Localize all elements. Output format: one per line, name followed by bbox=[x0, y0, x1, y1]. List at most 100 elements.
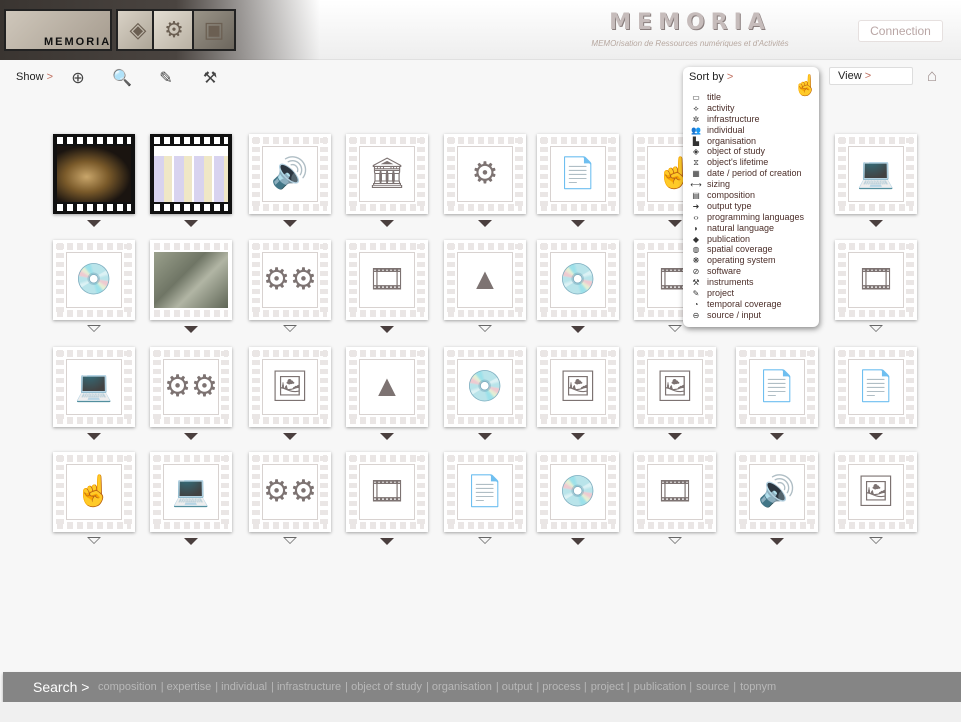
tile-expand-toggle[interactable] bbox=[869, 220, 883, 227]
tile-expand-toggle[interactable] bbox=[770, 433, 784, 440]
sort-option[interactable]: ▤ composition bbox=[689, 190, 817, 201]
sort-option[interactable]: ⟡ activity bbox=[689, 103, 817, 114]
resource-tile[interactable]: 📄 bbox=[736, 347, 818, 427]
search-link[interactable]: | organisation bbox=[426, 681, 492, 693]
search-link[interactable]: project | bbox=[591, 681, 630, 693]
tile-expand-toggle[interactable] bbox=[478, 433, 492, 440]
resource-tile[interactable]: 📄 bbox=[444, 452, 526, 532]
tile-expand-toggle[interactable] bbox=[869, 433, 883, 440]
resource-tile[interactable]: ⚙⚙ bbox=[249, 240, 331, 320]
tile-expand-toggle[interactable] bbox=[571, 220, 585, 227]
tile-expand-toggle[interactable] bbox=[87, 433, 101, 440]
resource-tile[interactable]: ⚙⚙ bbox=[249, 452, 331, 532]
tile-expand-toggle[interactable] bbox=[184, 326, 198, 333]
sort-option[interactable]: ⚒ instruments bbox=[689, 277, 817, 288]
connection-button[interactable]: Connection bbox=[858, 20, 943, 42]
sort-option[interactable]: ⟷ sizing bbox=[689, 179, 817, 190]
resource-tile[interactable]: ▲ bbox=[444, 240, 526, 320]
resource-tile[interactable]: 💿 bbox=[53, 240, 135, 320]
resource-tile[interactable]: 💿 bbox=[537, 240, 619, 320]
search-label[interactable]: Search > bbox=[33, 679, 89, 695]
sort-option[interactable]: ⊖ source / input bbox=[689, 310, 817, 321]
tile-expand-toggle[interactable] bbox=[283, 433, 297, 440]
search-link[interactable]: | output bbox=[496, 681, 533, 693]
tile-expand-toggle[interactable] bbox=[668, 220, 682, 227]
sort-option[interactable]: ◔ temporal coverage bbox=[689, 299, 817, 310]
resource-tile[interactable]: 🖼 bbox=[634, 347, 716, 427]
search-link[interactable]: source bbox=[696, 681, 729, 693]
search-link[interactable]: | bbox=[733, 681, 736, 693]
tile-expand-toggle[interactable] bbox=[283, 537, 297, 545]
tile-expand-toggle[interactable] bbox=[478, 537, 492, 545]
sort-option[interactable]: ✲ infrastructure bbox=[689, 114, 817, 125]
sort-option[interactable]: ◍ spatial coverage bbox=[689, 244, 817, 255]
tile-expand-toggle[interactable] bbox=[380, 220, 394, 227]
search-link[interactable]: | object of study bbox=[345, 681, 422, 693]
resource-tile[interactable] bbox=[53, 134, 135, 214]
worker-icon[interactable]: ⚒ bbox=[200, 69, 220, 89]
search-link[interactable]: | infrastructure bbox=[271, 681, 341, 693]
resource-tile[interactable]: ☝ bbox=[53, 452, 135, 532]
search-link[interactable]: publication | bbox=[634, 681, 693, 693]
sort-option[interactable]: ◈ object of study bbox=[689, 146, 817, 157]
resource-tile[interactable]: 💻 bbox=[150, 452, 232, 532]
tile-expand-toggle[interactable] bbox=[668, 433, 682, 440]
tile-expand-toggle[interactable] bbox=[380, 538, 394, 545]
resource-tile[interactable]: 🖼 bbox=[537, 347, 619, 427]
tile-expand-toggle[interactable] bbox=[184, 220, 198, 227]
show-menu[interactable]: Show > bbox=[16, 71, 53, 83]
tile-expand-toggle[interactable] bbox=[380, 433, 394, 440]
search-link[interactable]: composition bbox=[98, 681, 157, 693]
logo-text[interactable]: MEMORIA bbox=[44, 36, 111, 48]
resource-tile[interactable]: 💿 bbox=[444, 347, 526, 427]
home-icon[interactable]: ⌂ bbox=[922, 66, 942, 86]
sort-option[interactable]: ❋ operating system bbox=[689, 255, 817, 266]
tile-expand-toggle[interactable] bbox=[571, 538, 585, 545]
tile-expand-toggle[interactable] bbox=[478, 325, 492, 333]
resource-tile[interactable]: 📄 bbox=[835, 347, 917, 427]
tile-expand-toggle[interactable] bbox=[869, 325, 883, 333]
tile-expand-toggle[interactable] bbox=[184, 433, 198, 440]
resource-tile[interactable]: ⚙⚙ bbox=[150, 347, 232, 427]
tile-expand-toggle[interactable] bbox=[87, 325, 101, 333]
sort-option[interactable]: ◆ publication bbox=[689, 234, 817, 245]
resource-tile[interactable]: ⚙ bbox=[444, 134, 526, 214]
resource-tile[interactable]: 🎞 bbox=[346, 240, 428, 320]
resource-tile[interactable]: 💿 bbox=[537, 452, 619, 532]
search-link[interactable]: | expertise bbox=[161, 681, 212, 693]
search-icon[interactable]: 🔍 bbox=[112, 69, 132, 89]
tile-expand-toggle[interactable] bbox=[87, 220, 101, 227]
resource-tile[interactable] bbox=[150, 134, 232, 214]
resource-tile[interactable]: 🎞 bbox=[835, 240, 917, 320]
resource-tile[interactable]: 📄 bbox=[537, 134, 619, 214]
tile-expand-toggle[interactable] bbox=[668, 325, 682, 333]
sort-option[interactable]: ▭ title bbox=[689, 92, 817, 103]
resource-tile[interactable]: 🎞 bbox=[634, 452, 716, 532]
sort-option[interactable]: ➜ output type bbox=[689, 201, 817, 212]
resource-tile[interactable]: 🔊 bbox=[736, 452, 818, 532]
tile-expand-toggle[interactable] bbox=[571, 326, 585, 333]
tile-expand-toggle[interactable] bbox=[571, 433, 585, 440]
search-link[interactable]: topnym bbox=[740, 681, 776, 693]
resource-tile[interactable]: 🖼 bbox=[249, 347, 331, 427]
search-link[interactable]: | process | bbox=[536, 681, 586, 693]
tile-expand-toggle[interactable] bbox=[869, 537, 883, 545]
sort-option[interactable]: ‹› programming languages bbox=[689, 212, 817, 223]
resource-tile[interactable]: 🎞 bbox=[346, 452, 428, 532]
tile-expand-toggle[interactable] bbox=[184, 538, 198, 545]
resource-tile[interactable]: ▲ bbox=[346, 347, 428, 427]
resource-tile[interactable]: 🏛 bbox=[346, 134, 428, 214]
resource-tile[interactable]: 🔊 bbox=[249, 134, 331, 214]
resource-tile[interactable]: 💻 bbox=[835, 134, 917, 214]
sort-option[interactable]: ⧖ object's lifetime bbox=[689, 157, 817, 168]
sort-option[interactable]: ▙ organisation bbox=[689, 136, 817, 147]
sort-option[interactable]: ◗ natural language bbox=[689, 223, 817, 234]
resource-tile[interactable]: 🖼 bbox=[835, 452, 917, 532]
tile-expand-toggle[interactable] bbox=[283, 325, 297, 333]
sort-title[interactable]: Sort by > bbox=[689, 71, 733, 83]
view-menu[interactable]: View > bbox=[829, 67, 913, 85]
resource-tile[interactable] bbox=[150, 240, 232, 320]
edit-icon[interactable]: ✎ bbox=[156, 69, 176, 89]
sort-option[interactable]: ▦ date / period of creation bbox=[689, 168, 817, 179]
tile-expand-toggle[interactable] bbox=[478, 220, 492, 227]
